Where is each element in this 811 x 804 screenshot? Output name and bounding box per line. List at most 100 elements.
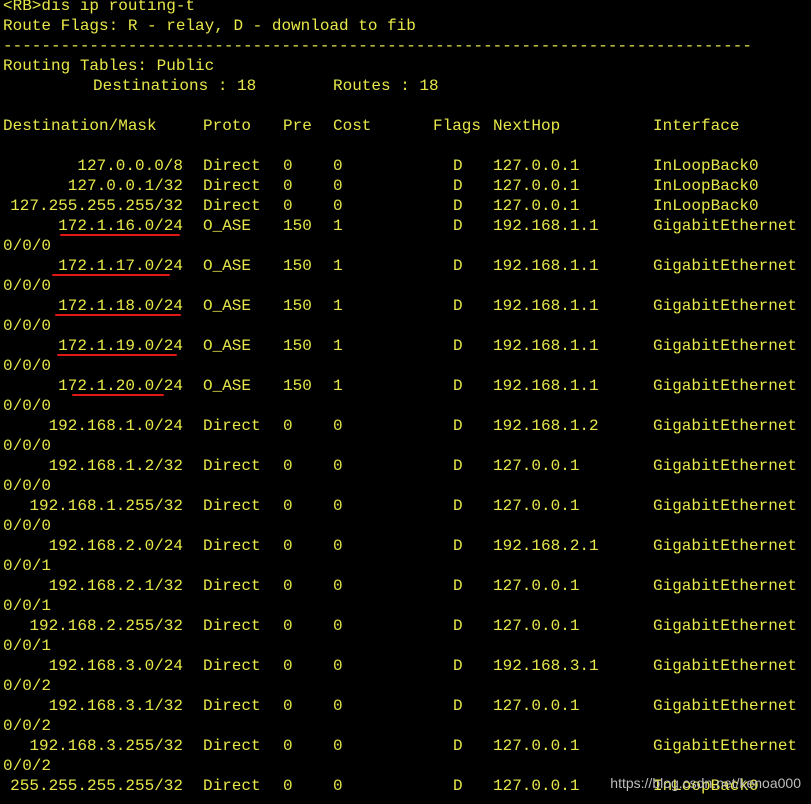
header-interface: Interface <box>653 117 740 135</box>
red-underline-annotation <box>52 274 170 276</box>
route-nexthop: 127.0.0.1 <box>493 157 580 175</box>
route-nexthop: 127.0.0.1 <box>493 577 580 595</box>
route-interface: GigabitEthernet <box>653 737 798 755</box>
route-interface: GigabitEthernet <box>653 257 798 275</box>
route-proto: O_ASE <box>203 377 252 395</box>
route-proto: O_ASE <box>203 337 252 355</box>
route-interface-continuation: 0/0/0 <box>3 517 52 535</box>
route-cost: 0 <box>333 697 343 715</box>
route-preference: 0 <box>283 457 293 475</box>
route-flags: D <box>453 577 463 595</box>
route-destination: 192.168.2.255/32 <box>29 617 183 635</box>
routes-count: Routes : 18 <box>333 77 439 95</box>
route-cost: 0 <box>333 537 343 555</box>
route-proto: Direct <box>203 177 261 195</box>
route-proto: Direct <box>203 417 261 435</box>
route-cost: 1 <box>333 377 343 395</box>
route-nexthop: 127.0.0.1 <box>493 777 580 795</box>
route-proto: Direct <box>203 737 261 755</box>
route-nexthop: 192.168.1.1 <box>493 217 599 235</box>
route-interface-continuation: 0/0/0 <box>3 477 52 495</box>
route-nexthop: 127.0.0.1 <box>493 497 580 515</box>
watermark: https://blog.csdn.net/kenoa000 <box>610 775 801 791</box>
route-interface-continuation: 0/0/2 <box>3 757 52 775</box>
route-nexthop: 192.168.1.1 <box>493 337 599 355</box>
route-proto: Direct <box>203 617 261 635</box>
route-destination: 192.168.3.1/32 <box>48 697 183 715</box>
route-interface-continuation: 0/0/1 <box>3 637 52 655</box>
route-proto: Direct <box>203 537 261 555</box>
route-interface: InLoopBack0 <box>653 177 759 195</box>
route-destination: 192.168.1.2/32 <box>48 457 183 475</box>
route-flags: D <box>453 697 463 715</box>
route-destination: 172.1.20.0/24 <box>58 377 183 395</box>
destinations-count: Destinations : 18 <box>93 77 257 95</box>
route-flags: D <box>453 337 463 355</box>
route-cost: 0 <box>333 177 343 195</box>
route-flags: D <box>453 257 463 275</box>
route-interface-continuation: 0/0/0 <box>3 277 52 295</box>
route-interface: GigabitEthernet <box>653 497 798 515</box>
route-nexthop: 127.0.0.1 <box>493 177 580 195</box>
route-interface: GigabitEthernet <box>653 377 798 395</box>
route-preference: 0 <box>283 777 293 795</box>
route-destination: 255.255.255.255/32 <box>10 777 183 795</box>
route-preference: 0 <box>283 497 293 515</box>
route-interface-continuation: 0/0/2 <box>3 677 52 695</box>
route-flags: D <box>453 217 463 235</box>
route-cost: 0 <box>333 157 343 175</box>
route-cost: 0 <box>333 617 343 635</box>
route-interface-continuation: 0/0/0 <box>3 397 52 415</box>
route-interface-continuation: 0/0/1 <box>3 597 52 615</box>
route-flags: D <box>453 777 463 795</box>
route-preference: 150 <box>283 377 312 395</box>
route-cost: 0 <box>333 457 343 475</box>
route-preference: 150 <box>283 217 312 235</box>
route-preference: 0 <box>283 417 293 435</box>
route-preference: 0 <box>283 177 293 195</box>
route-preference: 150 <box>283 257 312 275</box>
terminal-window[interactable]: <RB>dis ip routing-t Route Flags: R - re… <box>0 0 811 804</box>
route-preference: 0 <box>283 537 293 555</box>
route-destination: 192.168.3.0/24 <box>48 657 183 675</box>
route-flags: D <box>453 197 463 215</box>
route-preference: 0 <box>283 697 293 715</box>
route-proto: Direct <box>203 577 261 595</box>
route-nexthop: 127.0.0.1 <box>493 697 580 715</box>
route-destination: 192.168.2.1/32 <box>48 577 183 595</box>
route-preference: 0 <box>283 737 293 755</box>
route-nexthop: 127.0.0.1 <box>493 197 580 215</box>
route-cost: 0 <box>333 737 343 755</box>
route-flags-line: Route Flags: R - relay, D - download to … <box>3 17 416 35</box>
route-cost: 0 <box>333 497 343 515</box>
route-preference: 150 <box>283 297 312 315</box>
routing-tables-title: Routing Tables: Public <box>3 57 215 75</box>
red-underline-annotation <box>57 354 177 356</box>
route-interface: GigabitEthernet <box>653 617 798 635</box>
route-interface-continuation: 0/0/0 <box>3 437 52 455</box>
route-destination: 127.0.0.0/8 <box>77 157 183 175</box>
route-proto: Direct <box>203 197 261 215</box>
route-nexthop: 127.0.0.1 <box>493 457 580 475</box>
command-prompt-line: <RB>dis ip routing-t <box>3 0 196 15</box>
route-destination: 127.255.255.255/32 <box>10 197 183 215</box>
route-destination: 192.168.1.255/32 <box>29 497 183 515</box>
red-underline-annotation <box>60 234 180 236</box>
route-nexthop: 127.0.0.1 <box>493 737 580 755</box>
route-proto: Direct <box>203 697 261 715</box>
route-destination: 192.168.3.255/32 <box>29 737 183 755</box>
route-proto: O_ASE <box>203 217 252 235</box>
route-flags: D <box>453 377 463 395</box>
route-cost: 0 <box>333 777 343 795</box>
red-underline-annotation <box>72 394 164 396</box>
route-interface: GigabitEthernet <box>653 577 798 595</box>
route-nexthop: 127.0.0.1 <box>493 617 580 635</box>
route-interface-continuation: 0/0/0 <box>3 237 52 255</box>
route-interface: GigabitEthernet <box>653 217 798 235</box>
route-flags: D <box>453 417 463 435</box>
route-flags: D <box>453 737 463 755</box>
route-preference: 150 <box>283 337 312 355</box>
route-cost: 1 <box>333 257 343 275</box>
route-flags: D <box>453 497 463 515</box>
route-nexthop: 192.168.3.1 <box>493 657 599 675</box>
